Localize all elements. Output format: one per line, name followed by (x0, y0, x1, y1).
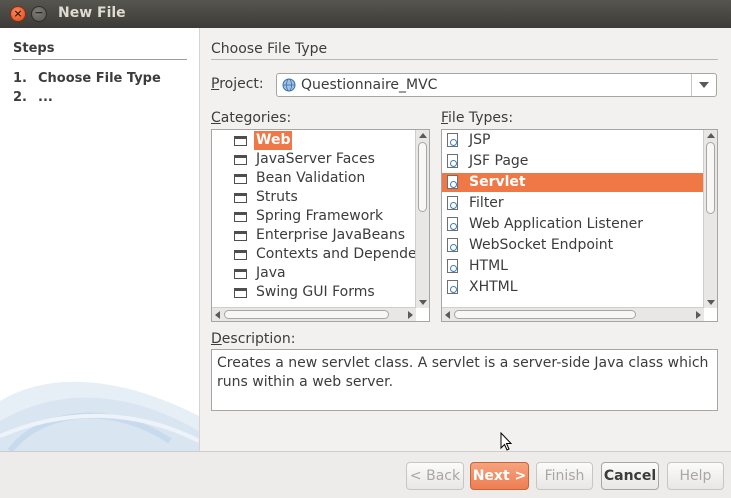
category-item[interactable]: Swing GUI Forms (212, 283, 417, 302)
html-file-icon (447, 259, 458, 273)
file-type-item[interactable]: HTML (442, 257, 705, 276)
xhtml-file-icon (447, 280, 458, 294)
folder-icon (234, 155, 247, 165)
steps-pane: Steps 1. Choose File Type 2.... (0, 28, 200, 451)
back-button[interactable]: < Back (406, 462, 464, 490)
section-title: Choose File Type (211, 41, 328, 57)
project-combobox[interactable]: Questionnaire_MVC (276, 73, 717, 97)
decorative-swoosh-graphic (0, 381, 199, 451)
file-types-list[interactable]: JSP JSF Page Servlet Filter Web Applicat… (441, 129, 718, 322)
scroll-left-icon[interactable] (445, 311, 450, 319)
categories-horizontal-scrollbar[interactable] (212, 307, 416, 321)
globe-icon (282, 78, 296, 92)
listener-file-icon (447, 217, 458, 231)
category-item-web[interactable]: Web (212, 131, 417, 150)
scroll-down-icon[interactable] (419, 300, 427, 305)
section-divider (211, 59, 718, 60)
chevron-down-icon (699, 82, 709, 88)
scrollbar-thumb[interactable] (418, 142, 427, 212)
file-type-item[interactable]: XHTML (442, 278, 705, 297)
project-dropdown-button[interactable] (691, 74, 716, 96)
folder-icon (234, 231, 247, 241)
file-type-item[interactable]: Web Application Listener (442, 215, 705, 234)
category-item[interactable]: Bean Validation (212, 169, 417, 188)
window-title: New File (58, 5, 126, 21)
scroll-up-icon[interactable] (419, 133, 427, 138)
file-type-item-servlet[interactable]: Servlet (442, 173, 705, 192)
jsp-file-icon (447, 133, 458, 147)
file-types-vertical-scrollbar[interactable] (703, 130, 717, 308)
steps-heading: Steps (13, 41, 55, 56)
category-item[interactable]: Struts (212, 188, 417, 207)
scroll-right-icon[interactable] (408, 311, 413, 319)
categories-label: Categories: (211, 110, 292, 126)
step-2: 2.... (13, 90, 53, 105)
steps-divider (12, 59, 187, 60)
category-item[interactable]: JavaServer Faces (212, 150, 417, 169)
title-bar: × − New File (0, 0, 731, 28)
folder-icon (234, 136, 247, 146)
scroll-right-icon[interactable] (696, 311, 701, 319)
file-types-horizontal-scrollbar[interactable] (442, 307, 704, 321)
scroll-up-icon[interactable] (707, 133, 715, 138)
websocket-file-icon (447, 238, 458, 252)
folder-icon (234, 250, 247, 260)
folder-icon (234, 174, 247, 184)
scroll-left-icon[interactable] (215, 311, 220, 319)
description-box: Creates a new servlet class. A servlet i… (211, 349, 718, 411)
finish-button[interactable]: Finish (536, 462, 593, 490)
scrollbar-thumb[interactable] (706, 142, 715, 214)
project-label: Project: (211, 76, 264, 92)
step-1: 1. Choose File Type (13, 71, 161, 86)
file-type-item[interactable]: JSP (442, 131, 705, 150)
description-label: Description: (211, 331, 296, 347)
file-types-label: File Types: (441, 110, 514, 126)
folder-icon (234, 288, 247, 298)
category-item[interactable]: Spring Framework (212, 207, 417, 226)
scrollbar-thumb[interactable] (224, 310, 389, 319)
category-item[interactable]: Java (212, 264, 417, 283)
folder-icon (234, 212, 247, 222)
category-item[interactable]: Contexts and Depende (212, 245, 417, 264)
cancel-button[interactable]: Cancel (601, 462, 659, 490)
categories-vertical-scrollbar[interactable] (415, 130, 429, 308)
file-type-item[interactable]: Filter (442, 194, 705, 213)
help-button[interactable]: Help (667, 462, 724, 490)
file-type-item[interactable]: WebSocket Endpoint (442, 236, 705, 255)
jsf-file-icon (447, 154, 458, 168)
next-button[interactable]: Next > (470, 462, 529, 490)
servlet-file-icon (447, 175, 458, 189)
filter-file-icon (447, 196, 458, 210)
file-type-item[interactable]: JSF Page (442, 152, 705, 171)
close-window-button[interactable]: × (10, 6, 26, 22)
category-item[interactable]: Enterprise JavaBeans (212, 226, 417, 245)
project-value: Questionnaire_MVC (301, 77, 438, 93)
folder-icon (234, 193, 247, 203)
scrollbar-thumb[interactable] (454, 310, 636, 319)
folder-icon (234, 269, 247, 279)
scroll-down-icon[interactable] (707, 300, 715, 305)
mouse-cursor-icon (500, 432, 513, 451)
categories-list[interactable]: Web JavaServer Faces Bean Validation Str… (211, 129, 430, 322)
minimize-window-button[interactable]: − (31, 6, 47, 22)
